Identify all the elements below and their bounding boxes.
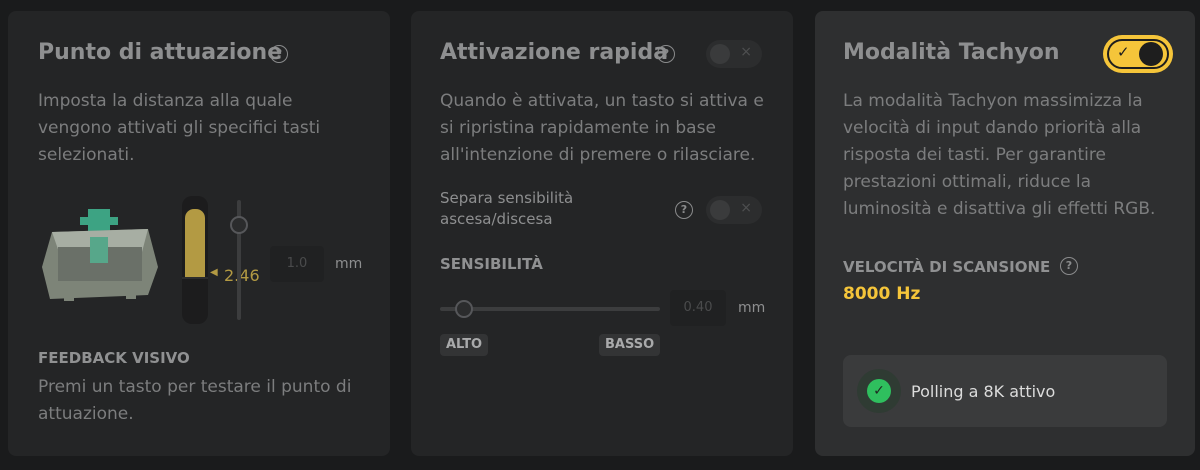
rapid-trigger-title: Attivazione rapida bbox=[440, 40, 669, 65]
actuation-description: Imposta la distanza alla quale vengono a… bbox=[38, 91, 321, 165]
separate-sensitivity-toggle-knob bbox=[710, 200, 730, 220]
scan-speed-title: VELOCITÀ DI SCANSIONE bbox=[843, 258, 1051, 276]
tachyon-description: La modalità Tachyon massimizza la veloci… bbox=[843, 91, 1156, 219]
tachyon-title: Modalità Tachyon bbox=[843, 40, 1060, 65]
actuation-pointer-icon: ◀ bbox=[210, 267, 218, 278]
check-icon: ✓ bbox=[1117, 43, 1130, 61]
rapid-trigger-panel bbox=[411, 11, 793, 456]
feedback-text: Premi un tasto per testare il punto di a… bbox=[38, 377, 352, 424]
actuation-help-icon[interactable]: ? bbox=[270, 45, 288, 63]
sensitivity-max-label: BASSO bbox=[599, 334, 661, 356]
polling-status-text: Polling a 8K attivo bbox=[911, 382, 1056, 401]
tachyon-toggle-track: ✓ bbox=[1107, 39, 1169, 69]
sensitivity-min-label: ALTO bbox=[440, 334, 489, 356]
scan-speed-help-icon[interactable]: ? bbox=[1060, 257, 1078, 275]
close-icon: × bbox=[740, 44, 752, 60]
keyboard-switch-image bbox=[42, 209, 158, 301]
sensitivity-value-input[interactable]: 0.40 bbox=[670, 290, 726, 326]
actuation-meter-divider bbox=[182, 277, 208, 279]
sensitivity-title: SENSIBILITÀ bbox=[440, 255, 543, 273]
feedback-title: FEEDBACK VISIVO bbox=[38, 349, 190, 367]
actuation-value-input[interactable]: 1.0 bbox=[270, 246, 324, 282]
close-icon: × bbox=[740, 200, 752, 216]
scan-speed-value: 8000 Hz bbox=[843, 284, 921, 304]
actuation-unit: mm bbox=[335, 256, 363, 272]
actuation-current-value: 2.46 bbox=[224, 266, 260, 285]
tachyon-toggle[interactable]: ✓ bbox=[1103, 35, 1173, 73]
actuation-meter-fill bbox=[185, 209, 205, 277]
rapid-trigger-toggle-knob bbox=[710, 44, 730, 64]
sensitivity-slider-track[interactable] bbox=[440, 307, 660, 311]
actuation-slider-thumb[interactable] bbox=[230, 216, 248, 234]
check-circle-icon: ✓ bbox=[867, 379, 891, 403]
rapid-trigger-toggle[interactable]: × bbox=[706, 40, 762, 68]
sensitivity-slider-thumb[interactable] bbox=[455, 300, 473, 318]
separate-sensitivity-toggle[interactable]: × bbox=[706, 196, 762, 224]
separate-sensitivity-label: Separa sensibilità ascesa/discesa bbox=[440, 189, 574, 228]
sensitivity-unit: mm bbox=[738, 300, 766, 316]
actuation-title: Punto di attuazione bbox=[38, 40, 283, 65]
rapid-trigger-description: Quando è attivata, un tasto si attiva e … bbox=[440, 91, 764, 165]
rapid-trigger-help-icon[interactable]: ? bbox=[657, 45, 675, 63]
tachyon-toggle-knob bbox=[1139, 42, 1163, 66]
separate-sensitivity-help-icon[interactable]: ? bbox=[675, 201, 693, 219]
